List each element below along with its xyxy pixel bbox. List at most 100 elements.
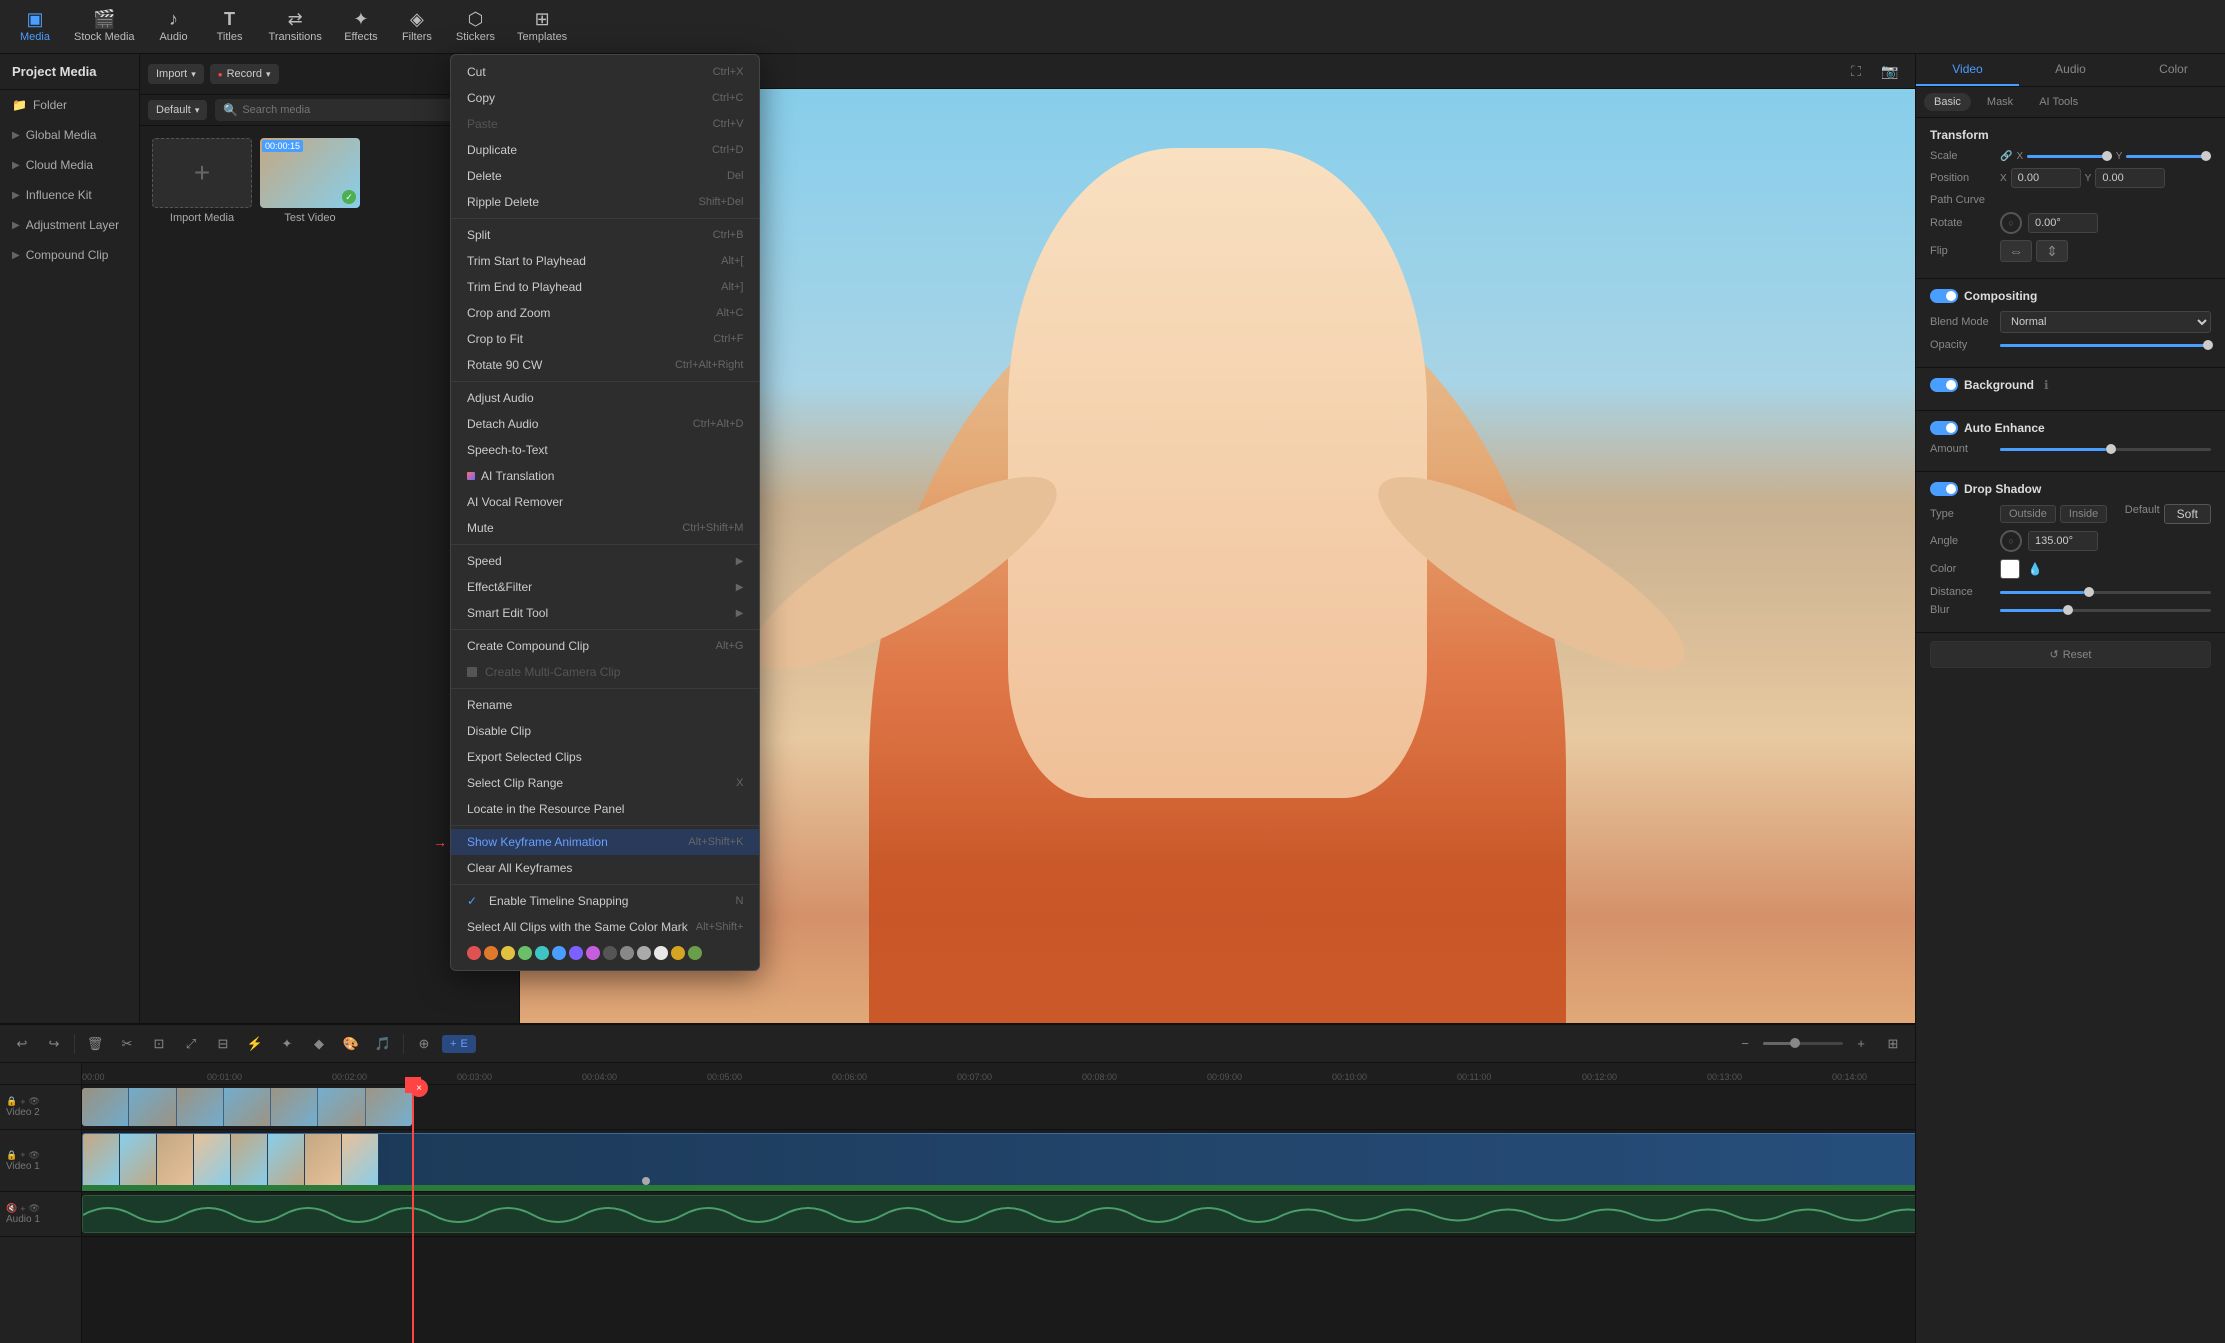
color-dot-yellow[interactable] xyxy=(501,946,515,960)
eyedropper-button[interactable]: 💧 xyxy=(2024,558,2046,580)
cm-ai-translation[interactable]: AI Translation xyxy=(451,463,759,489)
delete-button[interactable]: 🗑 xyxy=(81,1030,109,1058)
video1-clip[interactable] xyxy=(82,1133,1915,1189)
color-dot-light-gray[interactable] xyxy=(637,946,651,960)
audio-fx-button[interactable]: 🎵 xyxy=(369,1030,397,1058)
cm-enable-snapping[interactable]: ✓ Enable Timeline Snapping N xyxy=(451,888,759,914)
soft-button[interactable]: Soft xyxy=(2164,504,2211,524)
cm-split[interactable]: Split Ctrl+B xyxy=(451,222,759,248)
sidebar-item-compound-clip[interactable]: ▶ Compound Clip xyxy=(0,240,139,270)
distance-slider[interactable] xyxy=(2000,591,2211,594)
amount-slider[interactable] xyxy=(2000,448,2211,451)
flip-h-button[interactable]: ⇔ xyxy=(2000,240,2032,262)
subtab-mask[interactable]: Mask xyxy=(1977,93,2023,111)
sidebar-item-global-media[interactable]: ▶ Global Media xyxy=(0,120,139,150)
sidebar-item-cloud-media[interactable]: ▶ Cloud Media xyxy=(0,150,139,180)
track-eye-icon[interactable]: 👁 xyxy=(28,1203,39,1214)
transform-button[interactable]: ⤢ xyxy=(177,1030,205,1058)
track-eye-icon[interactable]: 👁 xyxy=(28,1096,39,1107)
cm-ripple-delete[interactable]: Ripple Delete Shift+Del xyxy=(451,189,759,215)
cm-effect-filter[interactable]: Effect&Filter ▶ xyxy=(451,574,759,600)
reset-button[interactable]: ↺ Reset xyxy=(1930,641,2211,668)
scale-x-slider[interactable] xyxy=(2027,155,2112,158)
toolbar-stickers[interactable]: ⬡ Stickers xyxy=(446,6,505,47)
drop-shadow-toggle[interactable] xyxy=(1930,482,1958,496)
color-dot-gold[interactable] xyxy=(671,946,685,960)
video2-clip[interactable] xyxy=(82,1088,412,1126)
rotate-input[interactable] xyxy=(2028,213,2098,233)
cm-locate-resource[interactable]: Locate in the Resource Panel xyxy=(451,796,759,822)
record-button[interactable]: ● Record ▾ xyxy=(210,64,279,84)
angle-dial[interactable]: ○ xyxy=(2000,530,2022,552)
blur-slider[interactable] xyxy=(2000,609,2211,612)
crop-button[interactable]: ⊡ xyxy=(145,1030,173,1058)
track-video2[interactable]: × xyxy=(82,1085,1915,1130)
cm-trim-start[interactable]: Trim Start to Playhead Alt+[ xyxy=(451,248,759,274)
color-dot-dark[interactable] xyxy=(603,946,617,960)
undo-button[interactable]: ↩ xyxy=(8,1030,36,1058)
toolbar-filters[interactable]: ◈ Filters xyxy=(390,6,444,47)
subtab-basic[interactable]: Basic xyxy=(1924,93,1971,111)
import-button[interactable]: Import ▾ xyxy=(148,64,204,84)
sidebar-item-folder[interactable]: 📁 Folder xyxy=(0,90,139,120)
zoom-in-tl-button[interactable]: + xyxy=(1847,1030,1875,1058)
add-track-button[interactable]: + E xyxy=(442,1035,476,1053)
import-thumb[interactable]: + xyxy=(152,138,252,208)
track-audio1[interactable] xyxy=(82,1192,1915,1237)
toolbar-stock-media[interactable]: 🎬 Stock Media xyxy=(64,6,145,47)
track-mute-icon[interactable]: 🔇 xyxy=(6,1203,17,1214)
cm-show-keyframe[interactable]: → Show Keyframe Animation Alt+Shift+K xyxy=(451,829,759,855)
cm-ai-vocal[interactable]: AI Vocal Remover xyxy=(451,489,759,515)
inside-button[interactable]: Inside xyxy=(2060,505,2107,523)
position-x-input[interactable] xyxy=(2011,168,2081,188)
position-y-input[interactable] xyxy=(2095,168,2165,188)
cm-clear-keyframes[interactable]: Clear All Keyframes xyxy=(451,855,759,881)
background-toggle[interactable] xyxy=(1930,378,1958,392)
cm-select-color-mark[interactable]: Select All Clips with the Same Color Mar… xyxy=(451,914,759,940)
cm-export-clips[interactable]: Export Selected Clips xyxy=(451,744,759,770)
cm-duplicate[interactable]: Duplicate Ctrl+D xyxy=(451,137,759,163)
cm-disable-clip[interactable]: Disable Clip xyxy=(451,718,759,744)
ripple-button[interactable]: ⊟ xyxy=(209,1030,237,1058)
zoom-out-tl-button[interactable]: − xyxy=(1731,1030,1759,1058)
color-dot-purple[interactable] xyxy=(569,946,583,960)
toolbar-audio[interactable]: ♪ Audio xyxy=(147,6,201,47)
redo-button[interactable]: ↪ xyxy=(40,1030,68,1058)
cm-rotate[interactable]: Rotate 90 CW Ctrl+Alt+Right xyxy=(451,352,759,378)
magnet-button[interactable]: ⊕ xyxy=(410,1030,438,1058)
toolbar-templates[interactable]: ⊞ Templates xyxy=(507,6,577,47)
test-video-item[interactable]: 00:00:15 ✓ Test Video xyxy=(260,138,360,224)
color-dot-blue[interactable] xyxy=(552,946,566,960)
cm-adjust-audio[interactable]: Adjust Audio xyxy=(451,385,759,411)
cm-speech-to-text[interactable]: Speech-to-Text xyxy=(451,437,759,463)
color-dot-olive[interactable] xyxy=(688,946,702,960)
color-dot-orange[interactable] xyxy=(484,946,498,960)
cm-detach-audio[interactable]: Detach Audio Ctrl+Alt+D xyxy=(451,411,759,437)
color-swatch[interactable] xyxy=(2000,559,2020,579)
cm-delete[interactable]: Delete Del xyxy=(451,163,759,189)
color-dot-gray[interactable] xyxy=(620,946,634,960)
color-dot-pink[interactable] xyxy=(586,946,600,960)
cm-compound-clip[interactable]: Create Compound Clip Alt+G xyxy=(451,633,759,659)
test-video-thumb[interactable]: 00:00:15 ✓ xyxy=(260,138,360,208)
grid-button[interactable]: ⊞ xyxy=(1879,1030,1907,1058)
sidebar-item-influence-kit[interactable]: ▶ Influence Kit xyxy=(0,180,139,210)
tab-color[interactable]: Color xyxy=(2122,54,2225,86)
angle-input[interactable] xyxy=(2028,531,2098,551)
flip-v-button[interactable]: ⇕ xyxy=(2036,240,2068,262)
toolbar-transitions[interactable]: ⇄ Transitions xyxy=(259,6,332,47)
import-media-item[interactable]: + Import Media xyxy=(152,138,252,224)
cm-rename[interactable]: Rename xyxy=(451,692,759,718)
cm-mute[interactable]: Mute Ctrl+Shift+M xyxy=(451,515,759,541)
cm-crop-zoom[interactable]: Crop and Zoom Alt+C xyxy=(451,300,759,326)
color-button[interactable]: 🎨 xyxy=(337,1030,365,1058)
tab-audio[interactable]: Audio xyxy=(2019,54,2122,86)
opacity-slider[interactable] xyxy=(2000,344,2211,347)
cm-cut[interactable]: Cut Ctrl+X xyxy=(451,59,759,85)
ai-button[interactable]: ✦ xyxy=(273,1030,301,1058)
speed-button[interactable]: ⚡ xyxy=(241,1030,269,1058)
tab-video[interactable]: Video xyxy=(1916,54,2019,86)
sidebar-item-adjustment-layer[interactable]: ▶ Adjustment Layer xyxy=(0,210,139,240)
color-dot-white[interactable] xyxy=(654,946,668,960)
timeline-zoom-slider[interactable] xyxy=(1763,1042,1843,1045)
